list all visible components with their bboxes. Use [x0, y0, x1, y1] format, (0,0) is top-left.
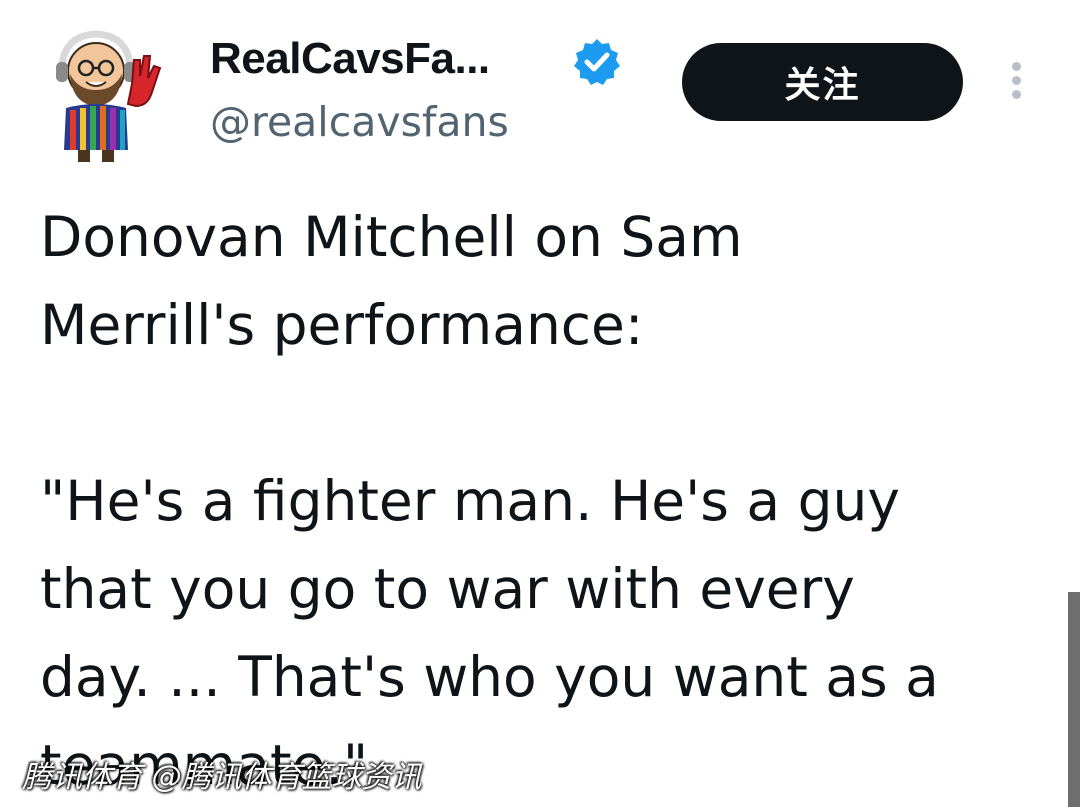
tweet-text-paragraph: Donovan Mitchell on Sam Merrill's perfor… [40, 205, 743, 357]
avatar[interactable] [48, 26, 166, 166]
follow-button[interactable]: 关注 [682, 43, 963, 121]
watermark: 腾讯体育 @腾讯体育篮球资讯 [22, 760, 422, 795]
scrollbar[interactable] [1068, 592, 1080, 807]
author-display-name[interactable]: RealCavsFa... [210, 34, 490, 84]
tweet-text: Donovan Mitchell on Sam Merrill's perfor… [40, 193, 1050, 807]
verified-badge-icon [574, 39, 620, 85]
more-vertical-icon[interactable] [1008, 62, 1024, 104]
author-handle[interactable]: @realcavsfans [210, 98, 509, 146]
